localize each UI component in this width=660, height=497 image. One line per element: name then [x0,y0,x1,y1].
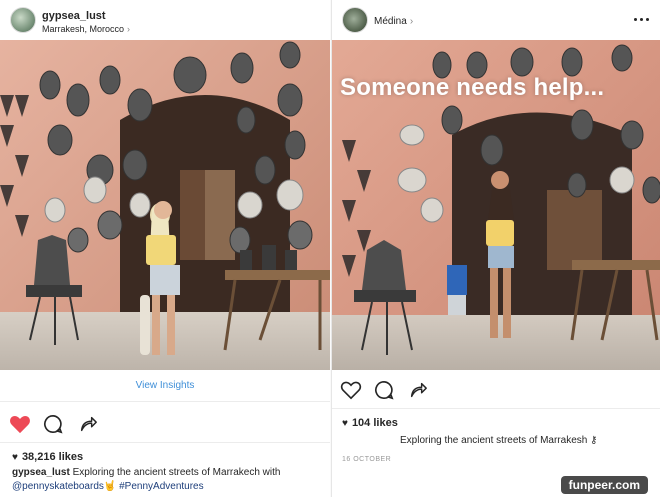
more-options-icon[interactable] [634,12,650,28]
heart-small-icon: ♥ [342,418,348,429]
post-photo[interactable]: Someone needs help... [332,40,660,370]
avatar[interactable] [10,7,36,33]
heart-outline-icon[interactable] [340,380,362,400]
post-photo[interactable] [0,40,330,370]
right-post: Médina › Someone needs help... ♥ 104 lik… [331,0,660,497]
chevron-right-icon: › [127,24,131,34]
lantern-shop-photo [0,40,330,370]
caption-mention[interactable]: @pennyskateboards [12,481,104,492]
likes-count[interactable]: ♥ 38,216 likes [12,451,83,463]
location-label: Médina [374,16,407,27]
left-post: gypsea_lust Marrakesh, Morocco › View In… [0,0,330,497]
caption-hashtag[interactable]: #PennyAdventures [119,481,204,492]
caption-text: Exploring the ancient streets of Marrake… [400,435,588,446]
divider [0,401,330,402]
location[interactable]: Médina › [374,16,413,27]
story-overlay-text: Someone needs help... [340,74,605,101]
divider [332,408,660,409]
key-icon: ⚷ [590,435,598,446]
caption: gypsea_lust Exploring the ancient street… [12,466,312,494]
caption-emoji: 🤘 [103,481,117,492]
likes-label: 104 likes [351,417,398,429]
avatar[interactable] [342,7,368,33]
view-insights-link[interactable]: View Insights [0,380,330,391]
post-header: gypsea_lust Marrakesh, Morocco › [0,0,330,40]
heart-filled-icon[interactable] [9,414,31,434]
comment-icon[interactable] [374,380,394,400]
share-icon[interactable] [78,414,98,434]
post-date: 16 OCTOBER [342,456,392,463]
caption-text: Exploring the ancient streets of Marrake… [72,467,281,478]
chevron-right-icon: › [409,16,414,27]
location-label: Marrakesh, Morocco [42,24,125,34]
location[interactable]: Marrakesh, Morocco › [42,24,130,34]
action-bar [332,380,660,404]
caption: Exploring the ancient streets of Marrake… [400,434,660,448]
heart-small-icon: ♥ [12,452,18,463]
share-icon[interactable] [408,380,428,400]
likes-label: 38,216 likes [21,451,84,463]
watermark: funpeer.com [560,476,648,494]
likes-count[interactable]: ♥ 104 likes [342,417,398,429]
action-bar [0,414,330,438]
comment-icon[interactable] [43,414,63,434]
post-header: Médina › [332,0,660,40]
caption-username[interactable]: gypsea_lust [12,467,70,478]
username[interactable]: gypsea_lust [42,10,106,22]
divider [0,442,330,443]
